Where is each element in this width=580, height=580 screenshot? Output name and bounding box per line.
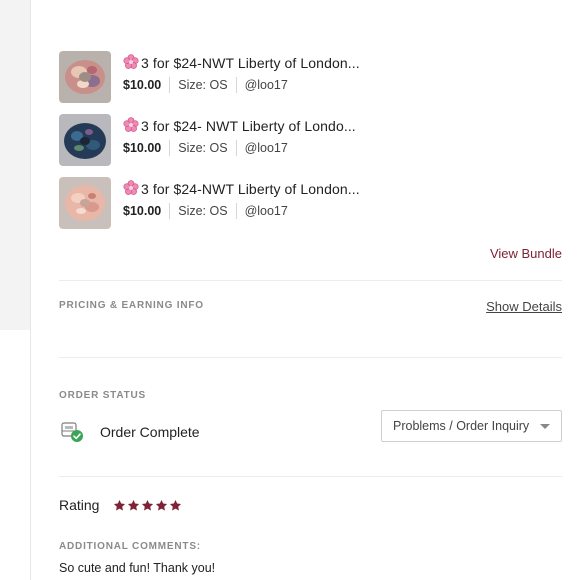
divider: [59, 476, 562, 477]
item-thumbnail[interactable]: [59, 177, 111, 229]
item-title-text: 3 for $24- NWT Liberty of Londo...: [141, 118, 356, 134]
divider: [169, 77, 171, 93]
order-details-panel: 3 for $24-NWT Liberty of London... $10.0…: [59, 0, 562, 580]
item-title[interactable]: 3 for $24-NWT Liberty of London...: [123, 180, 360, 197]
item-seller[interactable]: @loo17: [245, 204, 288, 218]
problems-order-inquiry-label: Problems / Order Inquiry: [393, 419, 530, 433]
rating-stars: [113, 499, 183, 512]
item-meta: $10.00 Size: OS @loo17: [123, 140, 288, 156]
problems-order-inquiry-dropdown[interactable]: Problems / Order Inquiry: [381, 410, 562, 442]
comments-section-label: ADDITIONAL COMMENTS:: [59, 541, 201, 552]
show-details-link[interactable]: Show Details: [486, 299, 562, 314]
divider: [235, 77, 237, 93]
item-meta: $10.00 Size: OS @loo17: [123, 203, 288, 219]
cherry-blossom-icon: [123, 117, 139, 132]
rating-label: Rating: [59, 497, 100, 513]
pricing-section-label: PRICING & EARNING INFO: [59, 300, 204, 311]
item-size: Size: OS: [178, 204, 228, 218]
star-icon: [156, 499, 168, 511]
list-item[interactable]: 3 for $24- NWT Liberty of Londo... $10.0…: [59, 114, 562, 168]
item-meta: $10.00 Size: OS @loo17: [123, 77, 288, 93]
divider: [59, 357, 562, 358]
item-title[interactable]: 3 for $24- NWT Liberty of Londo...: [123, 117, 356, 134]
order-status-text: Order Complete: [100, 424, 200, 440]
divider: [235, 140, 237, 156]
item-thumbnail[interactable]: [59, 51, 111, 103]
list-item[interactable]: 3 for $24-NWT Liberty of London... $10.0…: [59, 51, 562, 105]
order-status-row: Order Complete Problems / Order Inquiry: [59, 410, 562, 450]
list-item[interactable]: 3 for $24-NWT Liberty of London... $10.0…: [59, 177, 562, 231]
star-icon: [170, 499, 182, 511]
item-size: Size: OS: [178, 141, 228, 155]
cherry-blossom-icon: [123, 180, 139, 195]
star-icon: [142, 499, 154, 511]
item-seller[interactable]: @loo17: [245, 78, 288, 92]
item-price: $10.00: [123, 204, 162, 218]
item-seller[interactable]: @loo17: [245, 141, 288, 155]
divider: [235, 203, 237, 219]
left-panel-band: [0, 0, 30, 330]
package-check-icon: [61, 422, 83, 442]
cherry-blossom-icon: [123, 54, 139, 69]
comment-text: So cute and fun! Thank you!: [59, 561, 216, 575]
divider: [169, 203, 171, 219]
column-divider: [30, 0, 31, 580]
star-icon: [128, 499, 140, 511]
item-title-text: 3 for $24-NWT Liberty of London...: [141, 55, 360, 71]
order-status-section-label: ORDER STATUS: [59, 390, 147, 401]
star-icon: [114, 499, 126, 511]
chevron-down-icon: [540, 424, 550, 429]
item-title-text: 3 for $24-NWT Liberty of London...: [141, 181, 360, 197]
left-gutter: [0, 0, 30, 580]
item-thumbnail[interactable]: [59, 114, 111, 166]
item-size: Size: OS: [178, 78, 228, 92]
divider: [169, 140, 171, 156]
divider: [59, 280, 562, 281]
item-price: $10.00: [123, 141, 162, 155]
item-price: $10.00: [123, 78, 162, 92]
item-title[interactable]: 3 for $24-NWT Liberty of London...: [123, 54, 360, 71]
view-bundle-link[interactable]: View Bundle: [490, 246, 562, 261]
rating-row: Rating: [59, 496, 183, 514]
